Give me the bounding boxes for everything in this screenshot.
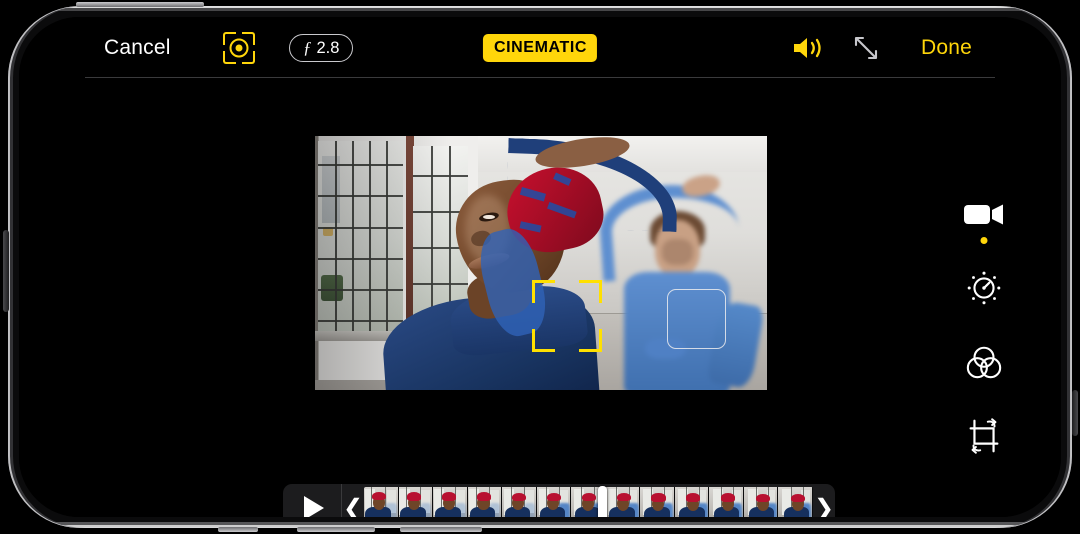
filmstrip-frame[interactable] — [743, 487, 779, 517]
filmstrip-frame[interactable] — [433, 487, 468, 517]
toolbar-divider — [85, 77, 995, 78]
rail-item-filters[interactable] — [954, 327, 1014, 401]
cinematic-focus-icon[interactable] — [223, 32, 255, 64]
rail-item-adjust[interactable] — [954, 253, 1014, 327]
editor-stage: ❮ ❯ — [19, 79, 1061, 517]
bottom-button-1[interactable] — [218, 527, 258, 532]
foreground-dancer — [378, 136, 680, 390]
filmstrip-frame[interactable] — [778, 487, 813, 517]
filmstrip-frame[interactable] — [398, 487, 434, 517]
video-editor-app: Cancel ƒ 2.8 CINEMATIC Done ❮ ❯ — [19, 17, 1061, 517]
done-button[interactable]: Done — [921, 36, 972, 60]
action-button[interactable] — [1072, 390, 1078, 436]
aperture-button[interactable]: ƒ 2.8 — [289, 34, 354, 62]
speaker-wave-icon[interactable] — [791, 35, 825, 61]
rail-item-video[interactable] — [954, 179, 1014, 253]
tool-rail — [954, 179, 1014, 475]
cinematic-focus-box[interactable] — [532, 280, 602, 352]
chevron-left-icon[interactable]: ❮ — [342, 494, 364, 518]
play-button[interactable] — [283, 484, 341, 517]
video-timeline[interactable]: ❮ ❯ — [283, 484, 835, 517]
crop-rotate-icon — [963, 415, 1005, 462]
chevron-right-icon[interactable]: ❯ — [813, 494, 835, 518]
video-camera-icon — [962, 199, 1006, 234]
filmstrip-frame[interactable] — [502, 487, 537, 517]
phone-screen: Cancel ƒ 2.8 CINEMATIC Done ❮ ❯ — [19, 17, 1061, 517]
volume-button[interactable] — [76, 2, 204, 7]
rail-item-crop[interactable] — [954, 401, 1014, 475]
filmstrip-frame[interactable] — [467, 487, 503, 517]
expand-diagonal-arrows-icon[interactable] — [852, 34, 880, 62]
detected-face-box[interactable] — [667, 289, 726, 349]
focus-corner-tl — [532, 280, 555, 303]
filters-circles-icon — [963, 343, 1005, 386]
filmstrip-frame[interactable] — [536, 487, 572, 517]
filmstrip-frame[interactable] — [709, 487, 744, 517]
active-indicator-dot — [980, 237, 988, 244]
filmstrip-frame[interactable] — [640, 487, 675, 517]
bottom-button-3[interactable] — [400, 527, 482, 532]
adjust-dial-icon — [963, 267, 1005, 314]
cinematic-mode-badge: CINEMATIC — [482, 34, 598, 62]
filmstrip-frames[interactable] — [364, 487, 813, 517]
focus-corner-bl — [532, 329, 555, 352]
aperture-value: 2.8 — [316, 38, 340, 57]
play-triangle-icon — [304, 496, 324, 517]
iphone-device: Cancel ƒ 2.8 CINEMATIC Done ❮ ❯ — [0, 0, 1080, 534]
filmstrip-frame[interactable] — [364, 487, 399, 517]
filmstrip-frame[interactable] — [674, 487, 710, 517]
filmstrip-frame[interactable] — [605, 487, 641, 517]
focus-corner-tr — [579, 280, 602, 303]
bottom-button-2[interactable] — [297, 527, 375, 532]
aperture-symbol-icon: ƒ — [303, 38, 312, 57]
playhead[interactable] — [597, 486, 607, 517]
cancel-button[interactable]: Cancel — [104, 36, 171, 60]
top-toolbar: Cancel ƒ 2.8 CINEMATIC Done — [19, 17, 1061, 79]
focus-dot — [235, 44, 243, 52]
side-button[interactable] — [3, 230, 9, 312]
focus-corner-br — [579, 329, 602, 352]
